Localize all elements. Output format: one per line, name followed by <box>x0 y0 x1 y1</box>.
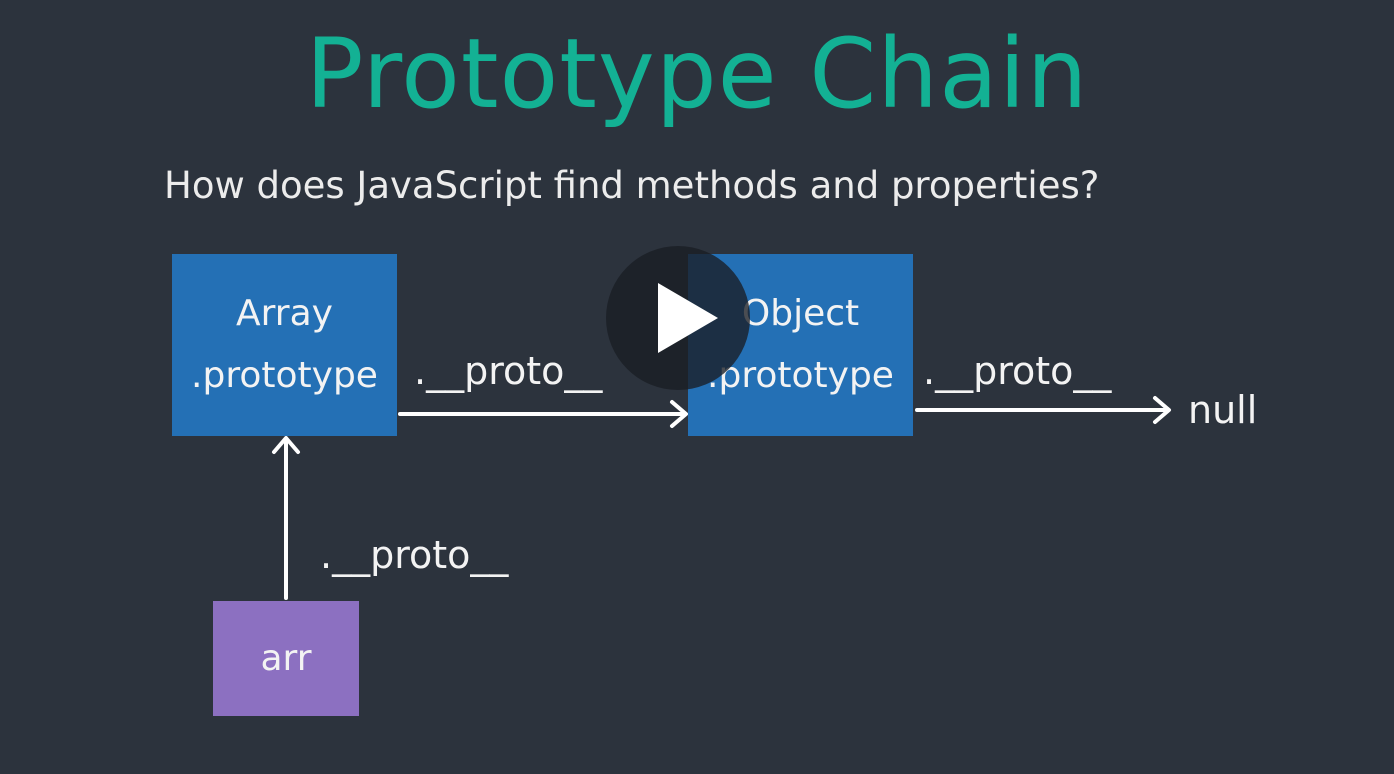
video-frame[interactable]: Prototype Chain How does JavaScript find… <box>0 0 1394 774</box>
array-prototype-line2: .prototype <box>191 355 378 396</box>
play-icon[interactable] <box>658 283 718 353</box>
proto-label-object-to-null: .__proto__ <box>923 349 1112 393</box>
array-prototype-line1: Array <box>236 293 333 334</box>
object-prototype-line1: Object <box>741 293 860 334</box>
array-prototype-box: Array .prototype <box>172 254 397 436</box>
proto-label-arr-to-array: .__proto__ <box>320 533 509 577</box>
arr-label: arr <box>260 637 312 679</box>
proto-label-array-to-object: .__proto__ <box>414 349 603 393</box>
arr-box: arr <box>213 601 359 716</box>
null-label: null <box>1188 388 1258 432</box>
